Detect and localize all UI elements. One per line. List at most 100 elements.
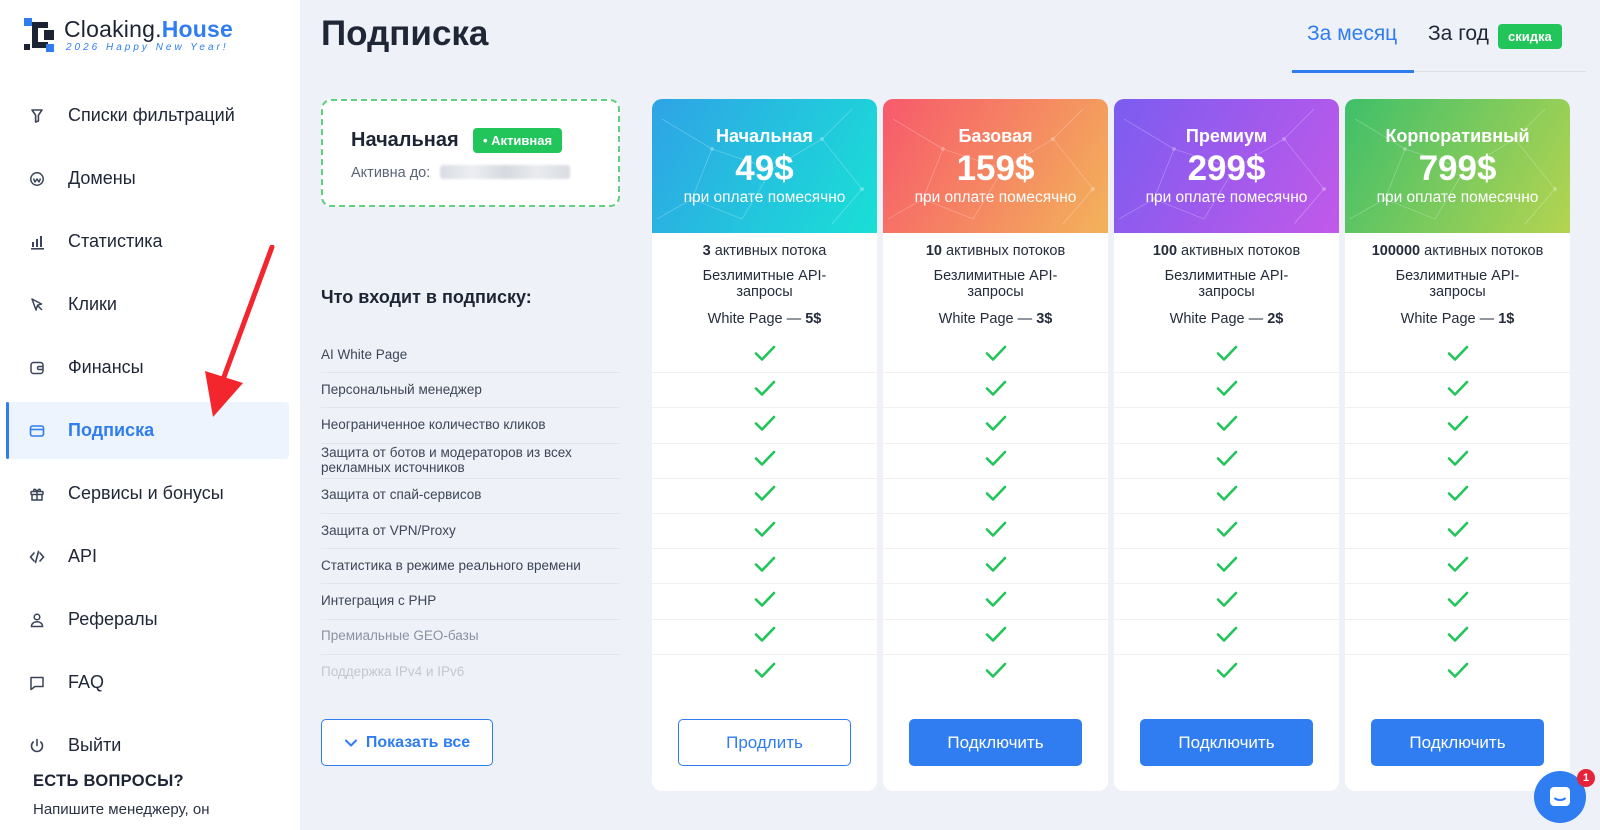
sidebar-item-label: Рефералы: [68, 609, 158, 629]
sidebar-item-api[interactable]: API: [6, 528, 289, 585]
check-icon: [985, 379, 1007, 402]
sidebar-item-clicks[interactable]: Клики: [6, 276, 289, 333]
plan-api: Безлимитные API-запросы: [1395, 268, 1520, 300]
feature-check: [1114, 338, 1339, 374]
check-icon: [754, 590, 776, 613]
cursor-icon: [28, 296, 46, 314]
check-icon: [1216, 590, 1238, 613]
plan-streams: 10 активных потоков: [925, 243, 1066, 259]
questions-title: ЕСТЬ ВОПРОСЫ?: [33, 772, 184, 790]
sidebar-item-services-bonuses[interactable]: Сервисы и бонусы: [6, 465, 289, 522]
sidebar-item-label: Финансы: [68, 357, 144, 377]
feature-check: [883, 584, 1108, 620]
plan-card: Премиум 299$ при оплате помесячно 100 актив…: [1114, 99, 1339, 791]
active-until-label: Активна до:: [351, 165, 431, 181]
show-all-label: Показать все: [365, 733, 471, 751]
show-all-button[interactable]: Показать все: [321, 719, 493, 766]
feature-check: [1114, 620, 1339, 655]
sidebar-item-subscription[interactable]: Подписка: [6, 402, 289, 459]
chat-notification-badge: 1: [1577, 769, 1595, 787]
plan-header: Корпоративный 799$ при оплате помесячно: [1345, 99, 1570, 233]
check-icon: [985, 520, 1007, 543]
sidebar-item-domains[interactable]: Домены: [6, 150, 289, 207]
sidebar-item-label: Статистика: [68, 231, 163, 251]
current-plan-name: Начальная: [351, 129, 459, 151]
feature-item: Статистика в режиме реального времени: [321, 549, 620, 585]
check-icon: [985, 661, 1007, 684]
sidebar-item-referrals[interactable]: Рефералы: [6, 591, 289, 648]
check-icon: [754, 520, 776, 543]
check-icon: [1447, 661, 1469, 684]
subscribe-button[interactable]: Подключить: [1140, 719, 1313, 766]
plan-card: Базовая 159$ при оплате помесячно 10 активн…: [883, 99, 1108, 791]
plan-feature-checks: [1345, 338, 1570, 690]
subscribe-button[interactable]: Подключить: [909, 719, 1082, 766]
plan-period: при оплате помесячно: [914, 189, 1077, 206]
sidebar-item-finances[interactable]: Финансы: [6, 339, 289, 396]
plan-info: 10 активных потоков Безлимитные API-запро…: [883, 243, 1108, 327]
check-icon: [1447, 344, 1469, 367]
feature-check: [883, 373, 1108, 409]
check-icon: [754, 625, 776, 648]
subscribe-button[interactable]: Подключить: [1371, 719, 1544, 766]
tab-year[interactable]: За год: [1428, 22, 1489, 46]
power-icon: [28, 737, 46, 755]
features-heading: Что входит в подписку:: [321, 287, 532, 307]
questions-text: Напишите менеджеру, он: [33, 801, 210, 818]
plan-feature-checks: [1114, 338, 1339, 690]
sidebar-item-label: Подписка: [68, 420, 155, 440]
feature-item: Защита от ботов и модераторов из всех ре…: [321, 444, 620, 479]
plan-period: при оплате помесячно: [683, 189, 846, 206]
bar-chart-icon: [28, 233, 46, 251]
card-icon: [28, 422, 46, 440]
plan-price: 49$: [735, 149, 794, 188]
sidebar-item-filter-lists[interactable]: Списки фильтраций: [6, 87, 289, 144]
sidebar-item-statistics[interactable]: Статистика: [6, 213, 289, 270]
check-icon: [1447, 625, 1469, 648]
feature-item: Премиальные GEO-базы: [321, 620, 620, 655]
feature-check: [1114, 584, 1339, 620]
check-icon: [1447, 555, 1469, 578]
plan-price: 799$: [1418, 149, 1497, 188]
feature-item: Защита от VPN/Proxy: [321, 514, 620, 550]
feature-check: [1345, 514, 1570, 550]
feature-check: [1345, 373, 1570, 409]
feature-check: [1345, 549, 1570, 585]
feature-check: [1114, 444, 1339, 479]
sidebar-item-label: API: [68, 546, 98, 566]
sidebar-item-label: FAQ: [68, 672, 105, 692]
feature-check: [652, 444, 877, 479]
logo-mark-icon: [24, 18, 54, 52]
plan-streams: 100 активных потоков: [1152, 243, 1301, 259]
chat-icon: [28, 674, 46, 692]
check-icon: [1216, 449, 1238, 472]
feature-check: [1114, 373, 1339, 409]
sidebar-item-label: Клики: [68, 294, 117, 314]
plan-streams: 100000 активных потоков: [1371, 243, 1544, 259]
sidebar-item-label: Домены: [68, 168, 136, 188]
chat-bubble-icon: [1550, 787, 1570, 806]
sidebar-item-label: Списки фильтраций: [68, 105, 235, 125]
check-icon: [1447, 449, 1469, 472]
check-icon: [1216, 379, 1238, 402]
feature-check: [883, 444, 1108, 479]
plan-price: 159$: [956, 149, 1035, 188]
feature-check: [1345, 479, 1570, 514]
check-icon: [985, 344, 1007, 367]
tab-month[interactable]: За месяц: [1307, 22, 1397, 46]
check-icon: [1447, 484, 1469, 507]
plan-info: 100000 активных потоков Безлимитные API-з…: [1345, 243, 1570, 327]
feature-check: [883, 479, 1108, 514]
renew-button[interactable]: Продлить: [678, 719, 851, 766]
sidebar: Cloaking.House 2026 Happy New Year! Спис…: [0, 0, 300, 830]
feature-check: [1345, 408, 1570, 444]
feature-check: [652, 338, 877, 374]
plan-api: Безлимитные API-запросы: [933, 268, 1058, 300]
plan-card: Корпоративный 799$ при оплате помесячно 100…: [1345, 99, 1570, 791]
page-title: Подписка: [321, 14, 489, 53]
sidebar-item-logout[interactable]: Выйти: [6, 717, 289, 774]
plan-info: 3 активных потока Безлимитные API-запросы…: [652, 243, 877, 327]
feature-check: [1345, 584, 1570, 620]
check-icon: [754, 414, 776, 437]
sidebar-item-faq[interactable]: FAQ: [6, 654, 289, 711]
